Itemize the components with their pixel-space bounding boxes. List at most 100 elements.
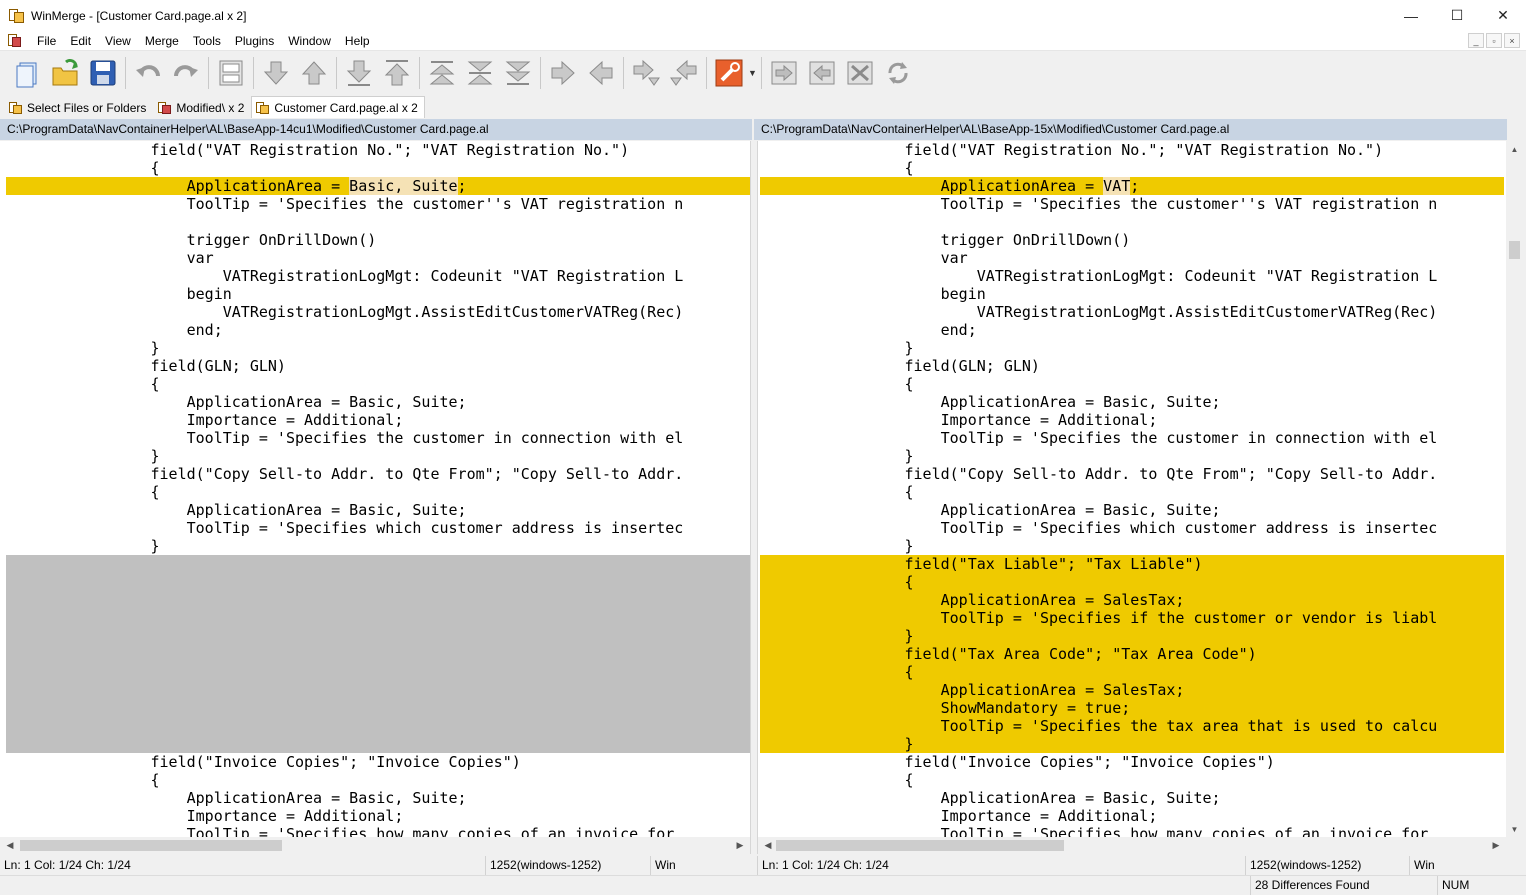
copy-right-advance-button[interactable] [627,54,665,92]
code-line[interactable]: field("Tax Liable"; "Tax Liable") [760,555,1504,573]
code-line[interactable]: ApplicationArea = Basic, Suite; [760,501,1504,519]
code-line[interactable]: ToolTip = 'Specifies if the customer or … [760,609,1504,627]
code-line[interactable] [6,573,750,591]
code-line[interactable] [6,663,750,681]
left-horizontal-scrollbar[interactable]: ◀ ▶ [0,837,750,854]
code-line[interactable]: end; [6,321,750,339]
code-line[interactable]: field("VAT Registration No."; "VAT Regis… [6,141,750,159]
left-eol[interactable]: Win [650,856,676,875]
scroll-down-icon[interactable]: ▼ [1506,821,1523,837]
minimize-button[interactable]: — [1388,0,1434,31]
code-line[interactable]: field(GLN; GLN) [760,357,1504,375]
code-line[interactable]: ToolTip = 'Specifies how many copies of … [6,825,750,837]
code-line[interactable]: ToolTip = 'Specifies which customer addr… [760,519,1504,537]
first-diff-button[interactable] [423,54,461,92]
code-line[interactable]: } [6,537,750,555]
next-diff-button[interactable] [257,54,295,92]
code-line[interactable]: trigger OnDrillDown() [6,231,750,249]
scroll-left-icon[interactable]: ◀ [760,837,776,854]
document-menu-icon[interactable] [8,33,22,48]
code-line[interactable]: ApplicationArea = Basic, Suite; [760,789,1504,807]
right-horizontal-scrollbar[interactable]: ◀ ▶ [758,837,1506,854]
code-line[interactable]: ToolTip = 'Specifies the customer''s VAT… [760,195,1504,213]
code-line[interactable]: } [760,339,1504,357]
code-line[interactable]: ApplicationArea = Basic, Suite; [6,789,750,807]
code-line[interactable]: ToolTip = 'Specifies which customer addr… [6,519,750,537]
menu-merge[interactable]: Merge [138,31,186,51]
code-line[interactable]: field("Invoice Copies"; "Invoice Copies"… [760,753,1504,771]
menu-plugins[interactable]: Plugins [228,31,281,51]
code-line[interactable]: } [760,447,1504,465]
scroll-left-icon[interactable]: ◀ [2,837,18,854]
code-line[interactable]: Importance = Additional; [760,411,1504,429]
right-path-header[interactable]: C:\ProgramData\NavContainerHelper\AL\Bas… [754,119,1507,140]
copy-right-button[interactable] [544,54,582,92]
scroll-thumb[interactable] [1509,241,1520,259]
current-diff-button[interactable] [461,54,499,92]
code-line[interactable]: { [760,375,1504,393]
code-line[interactable]: var [6,249,750,267]
code-line[interactable]: field("Copy Sell-to Addr. to Qte From"; … [760,465,1504,483]
code-line[interactable] [6,717,750,735]
code-line[interactable] [6,591,750,609]
code-line[interactable]: ToolTip = 'Specifies the customer in con… [6,429,750,447]
vertical-scrollbar[interactable]: ▲ ▼ [1506,141,1523,837]
maximize-button[interactable]: ☐ [1434,0,1480,31]
code-line[interactable]: field("Invoice Copies"; "Invoice Copies"… [6,753,750,771]
code-line[interactable]: Importance = Additional; [760,807,1504,825]
tab-select-files[interactable]: Select Files or Folders [4,96,153,118]
code-line[interactable]: trigger OnDrillDown() [760,231,1504,249]
menu-file[interactable]: File [30,31,63,51]
scroll-thumb[interactable] [20,840,282,851]
code-line[interactable]: } [6,447,750,465]
code-line[interactable]: } [6,339,750,357]
left-encoding[interactable]: 1252(windows-1252) [485,856,601,875]
code-line[interactable]: { [6,375,750,393]
last-diff-button[interactable] [499,54,537,92]
code-line[interactable] [6,645,750,663]
code-line[interactable]: Importance = Additional; [6,411,750,429]
menu-tools[interactable]: Tools [186,31,228,51]
left-editor-pane[interactable]: field("VAT Registration No."; "VAT Regis… [0,141,750,837]
code-line[interactable] [6,609,750,627]
code-line[interactable]: ShowMandatory = true; [760,699,1504,717]
code-line[interactable]: begin [760,285,1504,303]
menu-help[interactable]: Help [338,31,377,51]
undo-button[interactable] [129,54,167,92]
save-button[interactable] [84,54,122,92]
right-eol[interactable]: Win [1409,856,1435,875]
close-button[interactable]: ✕ [1480,0,1526,31]
code-line[interactable]: begin [6,285,750,303]
scroll-right-icon[interactable]: ▶ [1488,837,1504,854]
code-line[interactable] [6,627,750,645]
winmerge-app-icon[interactable] [9,8,25,24]
code-line[interactable]: ApplicationArea = SalesTax; [760,591,1504,609]
mdi-close-button[interactable]: × [1504,33,1520,48]
menu-view[interactable]: View [98,31,138,51]
code-line[interactable]: { [6,159,750,177]
left-path-header[interactable]: C:\ProgramData\NavContainerHelper\AL\Bas… [0,119,752,140]
code-line[interactable]: { [760,771,1504,789]
code-line[interactable]: Importance = Additional; [6,807,750,825]
code-line[interactable]: } [760,735,1504,753]
code-line[interactable]: } [760,537,1504,555]
merge-all-right-button[interactable] [765,54,803,92]
code-line[interactable] [760,213,1504,231]
code-line[interactable]: { [760,483,1504,501]
code-line[interactable]: field("Copy Sell-to Addr. to Qte From"; … [6,465,750,483]
scroll-thumb[interactable] [776,840,1064,851]
scroll-right-icon[interactable]: ▶ [732,837,748,854]
copy-left-button[interactable] [582,54,620,92]
code-line[interactable]: ApplicationArea = Basic, Suite; [6,501,750,519]
pane-splitter[interactable] [750,141,758,854]
chevron-down-icon[interactable]: ▼ [748,68,758,78]
code-line[interactable]: field(GLN; GLN) [6,357,750,375]
mdi-minimize-button[interactable]: _ [1468,33,1484,48]
next-conflict-button[interactable] [340,54,378,92]
code-line[interactable]: ApplicationArea = Basic, Suite; [6,393,750,411]
code-line[interactable]: var [760,249,1504,267]
mdi-restore-button[interactable]: ▫ [1486,33,1502,48]
tab-customer-card[interactable]: Customer Card.page.al x 2 [251,96,425,118]
redo-button[interactable] [167,54,205,92]
code-line[interactable] [6,681,750,699]
